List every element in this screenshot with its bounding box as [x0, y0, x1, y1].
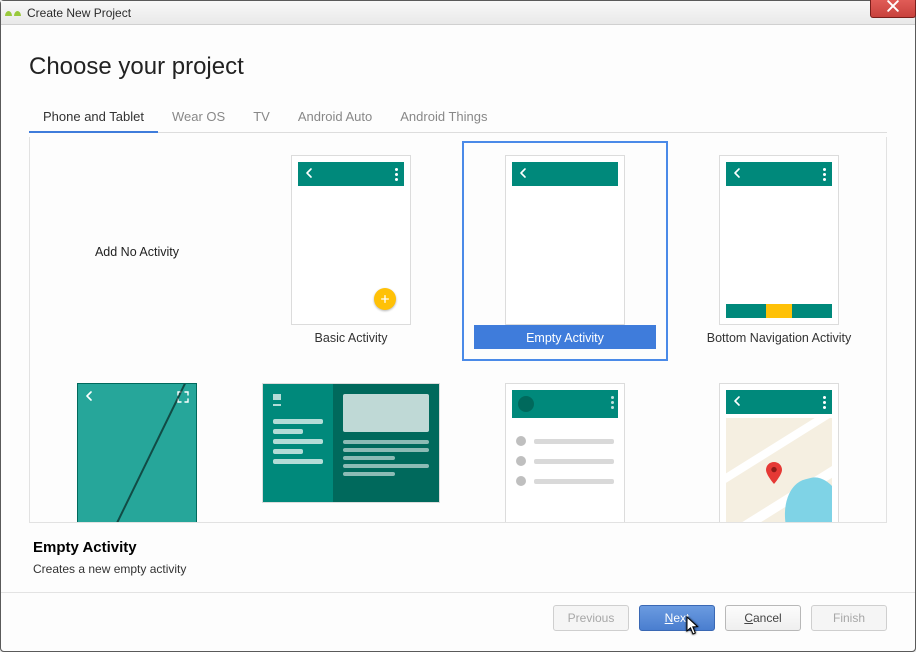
- template-label: Empty Activity: [474, 325, 656, 349]
- selection-subtitle: Creates a new empty activity: [33, 562, 883, 576]
- device-tabs: Phone and Tablet Wear OS TV Android Auto…: [29, 103, 887, 133]
- template-google-maps-activity[interactable]: [676, 369, 882, 522]
- tab-phone-and-tablet[interactable]: Phone and Tablet: [29, 103, 158, 132]
- thumb-empty: [505, 155, 625, 325]
- template-master-detail-flow[interactable]: [248, 369, 454, 522]
- previous-button: Previous: [553, 605, 629, 631]
- thumb-basic: [291, 155, 411, 325]
- more-vert-icon: [611, 396, 614, 409]
- template-label: Add No Activity: [46, 175, 228, 329]
- more-vert-icon: [823, 396, 826, 409]
- template-bottom-navigation-activity[interactable]: Bottom Navigation Activity: [676, 141, 882, 361]
- tab-wear-os[interactable]: Wear OS: [158, 103, 239, 132]
- window-title: Create New Project: [27, 6, 131, 20]
- map-pin-icon: [766, 462, 782, 478]
- android-studio-icon: [5, 7, 21, 19]
- arrow-left-icon: [304, 167, 316, 182]
- template-basic-activity[interactable]: Basic Activity: [248, 141, 454, 361]
- plus-icon: [374, 288, 396, 310]
- thumb-fullscreen: [77, 383, 197, 522]
- finish-label: Finish: [833, 611, 865, 625]
- selection-description: Empty Activity Creates a new empty activ…: [29, 523, 887, 586]
- selection-title: Empty Activity: [33, 539, 883, 556]
- close-icon: [887, 0, 899, 15]
- thumb-bottomnav: [719, 155, 839, 325]
- template-fullscreen-activity[interactable]: [34, 369, 240, 522]
- cancel-button[interactable]: Cancel: [725, 605, 801, 631]
- thumb-list: [505, 383, 625, 522]
- arrow-left-icon: [732, 167, 744, 182]
- titlebar[interactable]: Create New Project: [1, 1, 915, 25]
- next-button[interactable]: Next: [639, 605, 715, 631]
- next-label: Next: [665, 611, 690, 625]
- template-navigation-drawer-activity[interactable]: [462, 369, 668, 522]
- dialog-window: Create New Project Choose your project P…: [0, 0, 916, 652]
- template-label: Bottom Navigation Activity: [688, 325, 870, 349]
- tab-android-things[interactable]: Android Things: [386, 103, 501, 132]
- previous-label: Previous: [568, 611, 615, 625]
- finish-button: Finish: [811, 605, 887, 631]
- window-close-button[interactable]: [870, 0, 916, 18]
- dialog-footer: Previous Next Cancel Finish: [29, 593, 887, 637]
- tab-android-auto[interactable]: Android Auto: [284, 103, 386, 132]
- template-empty-activity[interactable]: Empty Activity: [462, 141, 668, 361]
- thumb-map: [719, 383, 839, 522]
- arrow-left-icon: [84, 390, 96, 407]
- template-gallery[interactable]: Add No Activity Basi: [30, 137, 886, 522]
- more-vert-icon: [823, 168, 826, 181]
- cancel-label: Cancel: [744, 611, 781, 625]
- page-title: Choose your project: [29, 53, 887, 81]
- avatar-icon: [518, 396, 534, 412]
- bottom-nav-bar-icon: [726, 304, 832, 318]
- template-gallery-wrap: Add No Activity Basi: [29, 137, 887, 523]
- arrow-left-icon: [732, 395, 744, 410]
- more-vert-icon: [395, 168, 398, 181]
- thumb-master-detail: [262, 383, 440, 503]
- arrow-left-icon: [518, 167, 530, 182]
- tab-tv[interactable]: TV: [239, 103, 284, 132]
- dialog-content: Choose your project Phone and Tablet Wea…: [1, 25, 915, 651]
- template-add-no-activity[interactable]: Add No Activity: [34, 141, 240, 361]
- template-label: Basic Activity: [260, 325, 442, 349]
